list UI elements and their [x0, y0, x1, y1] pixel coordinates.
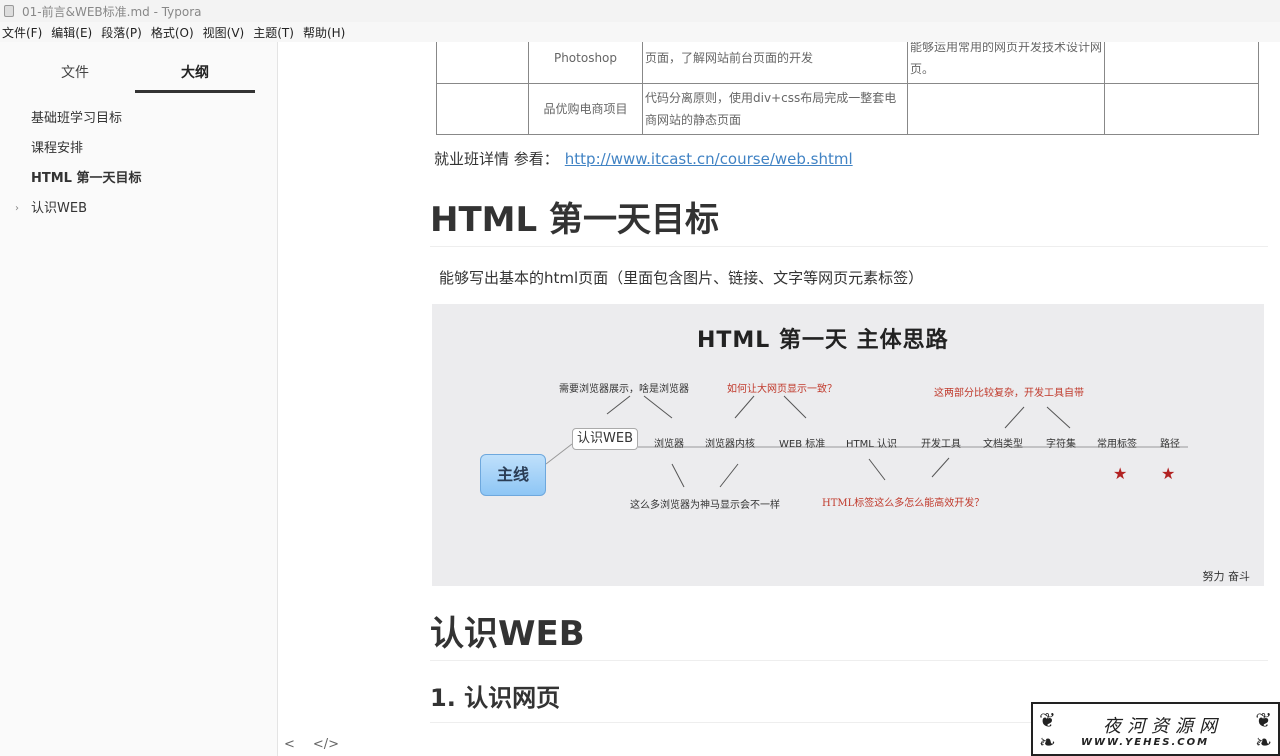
ornament-icon: ❦ — [1039, 708, 1056, 732]
mindmap-note: 这两部分比较复杂，开发工具自带 — [934, 388, 1084, 399]
table-row: Photoshop 页面，了解网站前台页面的开发 能够运用常用的网页开发技术设计… — [436, 42, 1259, 84]
link-prefix: 就业班详情 参看： — [434, 150, 559, 168]
career-link-line: 就业班详情 参看： http://www.itcast.cn/course/web… — [434, 148, 853, 169]
heading-know-webpage: 1. 认识网页 — [430, 684, 561, 712]
watermark-title: 夜河资源网 — [1103, 716, 1223, 737]
mindmap-note: 这么多浏览器为神马显示会不一样 — [630, 500, 780, 511]
heading-html-day1: HTML 第一天目标 — [430, 200, 719, 240]
mindmap-node: 字符集 — [1046, 439, 1076, 450]
star-icon: ★ — [1161, 464, 1176, 483]
title-bar: 01-前言&WEB标准.md - Typora — [0, 0, 1280, 22]
outline-list: 基础班学习目标 课程安排 HTML 第一天目标 › 认识WEB — [0, 104, 277, 224]
mindmap-note: 需要浏览器展示，啥是浏览器 — [559, 384, 689, 395]
table-row: 品优购电商项目 代码分离原则，使用div+css布局完成一整套电商网站的静态页面 — [436, 83, 1259, 135]
outline-item-web[interactable]: › 认识WEB — [0, 194, 277, 224]
course-table: Photoshop 页面，了解网站前台页面的开发 能够运用常用的网页开发技术设计… — [436, 42, 1259, 135]
sidebar-tabs: 文件 大纲 — [0, 42, 277, 93]
ornament-icon: ❧ — [1255, 730, 1272, 754]
outline-item-goals[interactable]: 基础班学习目标 — [0, 104, 277, 134]
chevron-right-icon[interactable]: › — [15, 194, 19, 224]
ornament-icon: ❧ — [1039, 730, 1056, 754]
menu-paragraph[interactable]: 段落(P) — [99, 24, 149, 41]
menu-help[interactable]: 帮助(H) — [301, 24, 352, 41]
table-cell — [1104, 83, 1259, 135]
table-cell: 页面，了解网站前台页面的开发 — [642, 42, 908, 84]
typora-app-icon — [4, 5, 14, 17]
mindmap-node: 浏览器 — [654, 439, 684, 450]
table-cell: 代码分离原则，使用div+css布局完成一整套电商网站的静态页面 — [642, 83, 908, 135]
outline-item-schedule[interactable]: 课程安排 — [0, 134, 277, 164]
mindmap-node: 浏览器内核 — [705, 439, 755, 450]
goal-paragraph: 能够写出基本的html页面（里面包含图片、链接、文字等网页元素标签） — [439, 269, 924, 287]
table-cell — [436, 42, 529, 84]
table-cell: 品优购电商项目 — [528, 83, 643, 135]
mindmap-note: HTML标签这么多怎么能高效开发？ — [822, 498, 985, 509]
tab-files[interactable]: 文件 — [15, 42, 135, 90]
mindmap-node: HTML 认识 — [846, 439, 898, 450]
mindmap-node: 路径 — [1160, 439, 1180, 450]
mindmap-web-node: 认识WEB — [572, 428, 638, 450]
heading-divider — [430, 660, 1268, 661]
mindmap-node: WEB 标准 — [779, 439, 826, 450]
mindmap-node: 开发工具 — [921, 439, 961, 450]
menu-format[interactable]: 格式(O) — [149, 24, 201, 41]
ornament-icon: ❦ — [1255, 708, 1272, 732]
heading-web: 认识WEB — [430, 614, 585, 654]
outline-item-web-label: 认识WEB — [31, 201, 87, 216]
editor-area[interactable]: Photoshop 页面，了解网站前台页面的开发 能够运用常用的网页开发技术设计… — [279, 42, 1280, 756]
sidebar: 文件 大纲 基础班学习目标 课程安排 HTML 第一天目标 › 认识WEB — [0, 42, 278, 756]
tab-outline[interactable]: 大纲 — [135, 42, 255, 93]
menu-edit[interactable]: 编辑(E) — [49, 24, 99, 41]
star-icon: ★ — [1113, 464, 1128, 483]
window-title: 01-前言&WEB标准.md - Typora — [22, 4, 202, 19]
course-link[interactable]: http://www.itcast.cn/course/web.shtml — [565, 150, 853, 168]
mindmap-image: HTML 第一天 主体思路 主线 认识WEB 浏览器 浏览器内核 WEB 标准 … — [432, 304, 1264, 586]
mindmap-note: 如何让大网页显示一致？ — [727, 384, 837, 395]
heading-divider — [430, 246, 1268, 247]
mindmap-node: 常用标签 — [1097, 439, 1137, 450]
menu-bar: 文件(F) 编辑(E) 段落(P) 格式(O) 视图(V) 主题(T) 帮助(H… — [0, 22, 1280, 42]
mindmap-node: 文档类型 — [983, 439, 1023, 450]
table-cell: Photoshop — [528, 42, 643, 84]
site-watermark: ❦ ❦ ❧ ❧ 夜河资源网 WWW.YEHES.COM — [1031, 702, 1280, 756]
table-cell — [436, 83, 529, 135]
watermark-url: WWW.YEHES.COM — [1081, 737, 1210, 748]
outline-item-html-day1[interactable]: HTML 第一天目标 — [0, 164, 277, 194]
menu-theme[interactable]: 主题(T) — [251, 24, 301, 41]
table-cell — [1104, 42, 1259, 84]
menu-file[interactable]: 文件(F) — [0, 24, 49, 41]
table-cell — [907, 83, 1105, 135]
mindmap-motto: 努力 奋斗 — [1202, 570, 1251, 583]
table-cell: 能够运用常用的网页开发技术设计网页。 — [907, 42, 1105, 84]
menu-view[interactable]: 视图(V) — [201, 24, 252, 41]
mindmap-root: 主线 — [480, 454, 546, 496]
